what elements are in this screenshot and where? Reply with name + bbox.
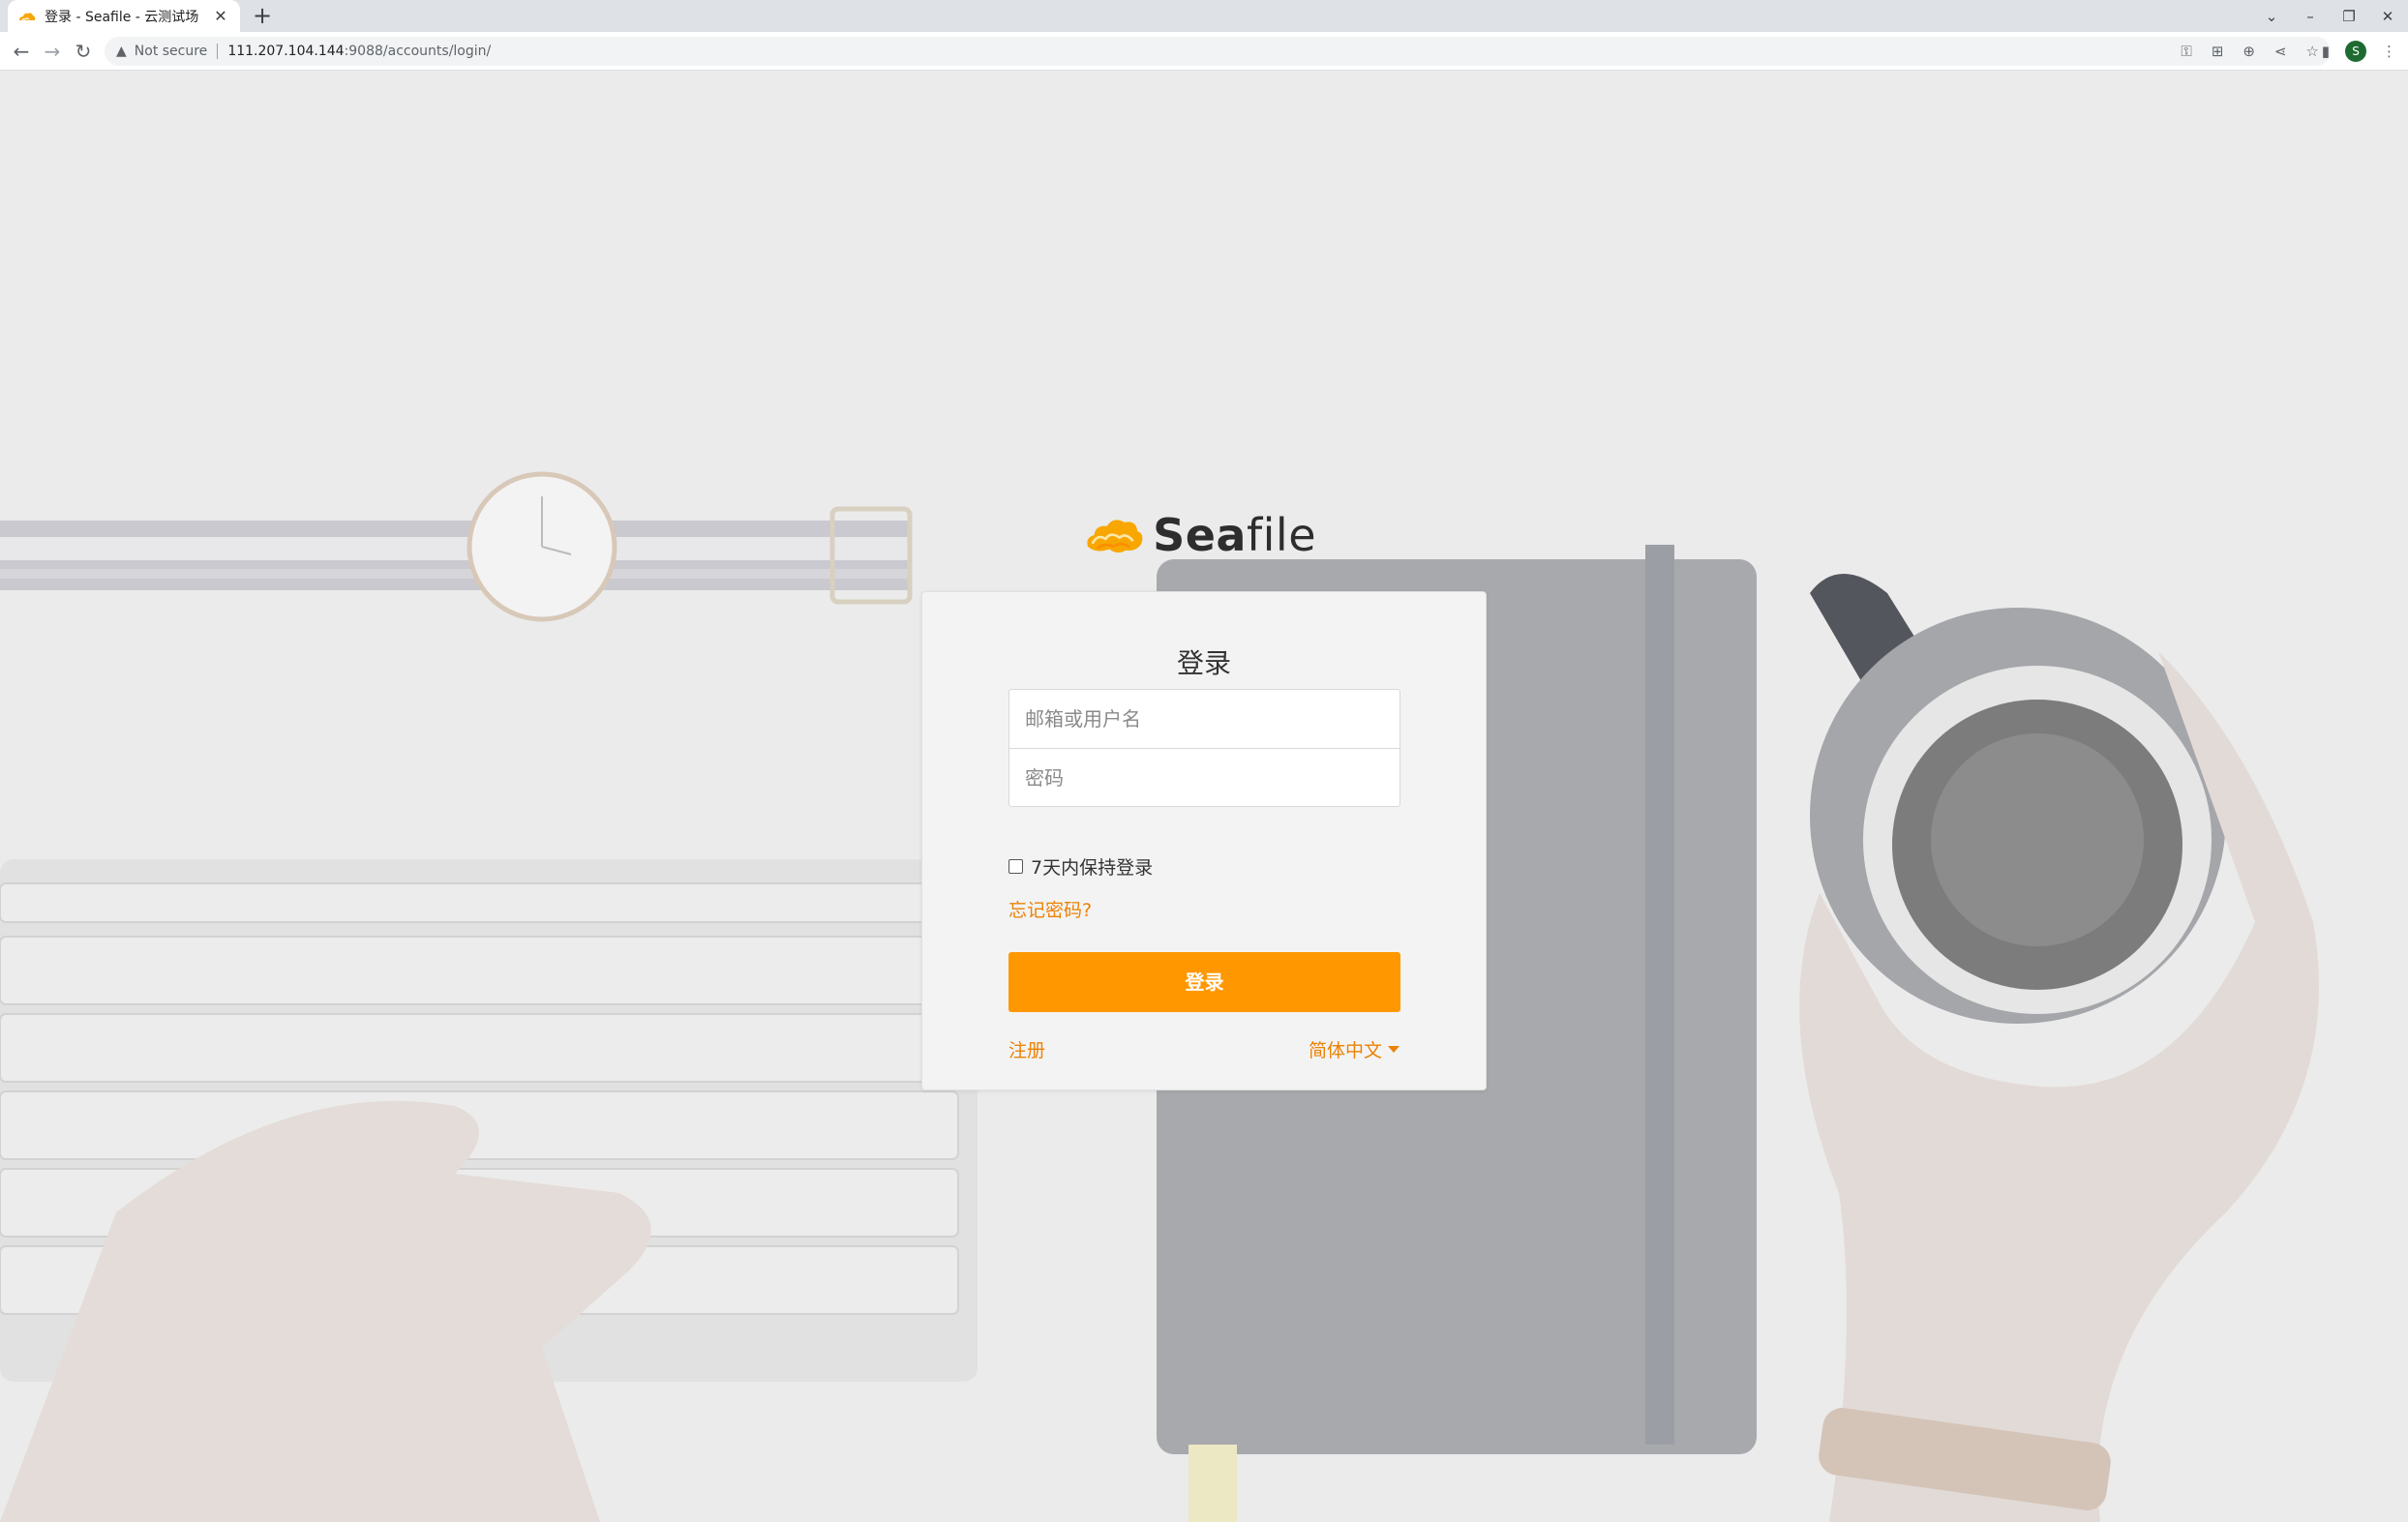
remember-checkbox[interactable]	[1008, 859, 1023, 874]
password-input[interactable]	[1009, 749, 1400, 807]
close-window-icon[interactable]: ✕	[2379, 8, 2396, 25]
forward-icon[interactable]: →	[39, 38, 66, 65]
restore-icon[interactable]: ❐	[2340, 8, 2358, 25]
warning-icon[interactable]: ▲	[116, 44, 127, 59]
forgot-password-link[interactable]: 忘记密码?	[1008, 896, 1092, 922]
seafile-favicon-icon	[19, 12, 36, 20]
signup-link[interactable]: 注册	[1008, 1036, 1045, 1062]
tab-title: 登录 - Seafile - 云测试场	[45, 9, 199, 25]
minimize-icon[interactable]: –	[2302, 8, 2319, 25]
back-icon[interactable]: ←	[8, 38, 35, 65]
seafile-logo[interactable]: Seafile	[1084, 501, 1316, 569]
logo-text: Seafile	[1153, 509, 1316, 561]
toolbar-right: ▮ S ⋮	[2322, 38, 2396, 65]
login-title: 登录	[1176, 647, 1231, 679]
address-divider	[217, 44, 219, 59]
browser-toolbar: ← → ↻ ▲ Not secure 111.207.104.144 :9088…	[0, 32, 2408, 71]
seafile-logo-icon	[1087, 520, 1143, 553]
avatar[interactable]: S	[2345, 41, 2366, 62]
security-label[interactable]: Not secure	[135, 44, 208, 59]
close-tab-icon[interactable]: ✕	[211, 7, 230, 25]
username-input[interactable]	[1009, 690, 1400, 748]
url-host[interactable]: 111.207.104.144	[227, 44, 344, 59]
url-path[interactable]: :9088/accounts/login/	[345, 44, 492, 59]
browser-tab[interactable]: 登录 - Seafile - 云测试场 ✕	[8, 0, 240, 32]
share-icon[interactable]: ⋖	[2274, 43, 2287, 60]
credentials-group	[1008, 689, 1400, 807]
translate-icon[interactable]: ⊞	[2212, 43, 2224, 60]
language-label[interactable]: 简体中文	[1309, 1036, 1382, 1062]
browser-tab-bar: 登录 - Seafile - 云测试场 ✕ + ⌄ – ❐ ✕	[0, 0, 2408, 32]
sidebar-icon[interactable]: ▮	[2322, 43, 2330, 60]
remember-label[interactable]: 7天内保持登录	[1031, 853, 1153, 880]
login-page: Seafile 登录 7天内保持登录 忘记密码? 登录 注册 简体中文	[0, 71, 2408, 1522]
key-icon[interactable]: ⚿	[2181, 43, 2191, 60]
chevron-down-icon[interactable]	[1388, 1046, 1400, 1053]
address-bar[interactable]: ▲ Not secure 111.207.104.144 :9088/accou…	[105, 37, 2331, 66]
login-button[interactable]: 登录	[1008, 952, 1400, 1012]
window-controls: ⌄ – ❐ ✕	[2263, 0, 2396, 32]
address-bar-actions: ⚿ ⊞ ⊕ ⋖ ☆	[2181, 37, 2319, 66]
new-tab-button[interactable]: +	[250, 3, 275, 28]
menu-icon[interactable]: ⋮	[2382, 43, 2396, 60]
login-card: 登录 7天内保持登录 忘记密码? 登录 注册 简体中文	[921, 591, 1487, 1090]
remember-me[interactable]: 7天内保持登录	[1008, 853, 1153, 880]
zoom-icon[interactable]: ⊕	[2242, 43, 2255, 60]
star-icon[interactable]: ☆	[2306, 43, 2319, 60]
tab-search-icon[interactable]: ⌄	[2263, 8, 2280, 25]
language-selector[interactable]: 简体中文	[1309, 1036, 1400, 1062]
reload-icon[interactable]: ↻	[70, 38, 97, 65]
